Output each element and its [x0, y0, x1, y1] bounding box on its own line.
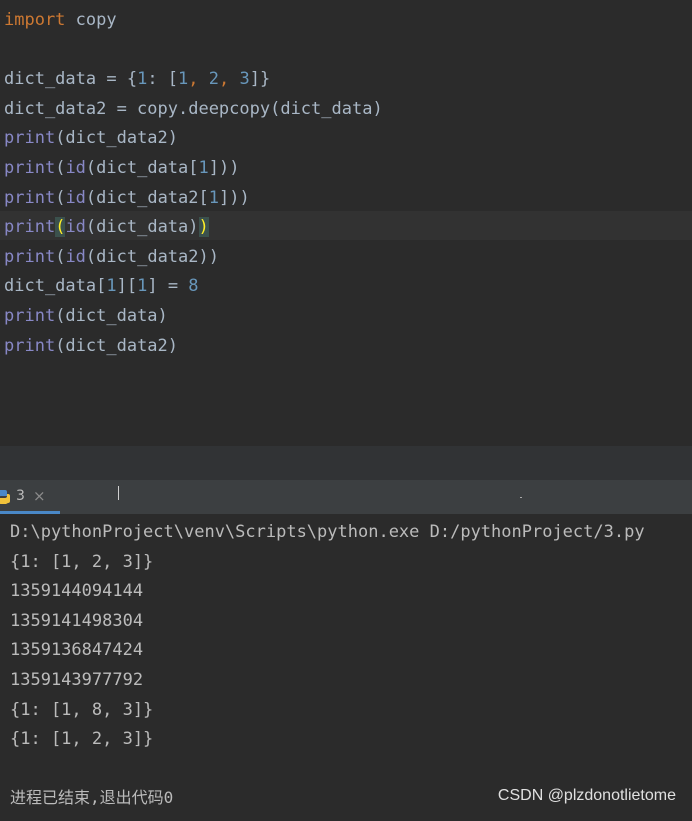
code-token: ])) [219, 187, 250, 208]
code-token: dict_data[ [4, 276, 107, 297]
code-token: 3 [239, 69, 250, 90]
dot-mark [520, 497, 522, 498]
code-token: 1 [106, 276, 117, 297]
code-token: ])) [208, 158, 240, 178]
code-token: ]} [249, 69, 271, 90]
code-token: (dict_data2[ [85, 187, 209, 208]
console-line: 1359143977792 [10, 670, 144, 690]
code-line: print(id(dict_data2)) [4, 243, 219, 271]
code-token: 1 [137, 69, 148, 90]
code-line: import copy [4, 6, 117, 34]
console-line: D:\pythonProject\venv\Scripts\python.exe… [10, 522, 645, 542]
code-token: 8 [188, 276, 199, 297]
code-token: print [4, 187, 56, 208]
console-line: 1359141498304 [10, 610, 144, 631]
code-token: 1 [208, 187, 219, 208]
panel-separator[interactable] [0, 446, 692, 480]
code-token: import [4, 10, 66, 30]
code-line: print(id(dict_data2[1])) [4, 184, 250, 212]
csdn-watermark: CSDN @plzdonotlietome [497, 787, 676, 804]
code-token: 1 [178, 69, 189, 90]
run-tool-window-tabbar: 3 × [0, 480, 692, 514]
code-token: ( [55, 246, 66, 267]
code-token: id [65, 217, 86, 238]
console-line: {1: [1, 2, 3]} [10, 551, 154, 572]
code-token: dict_data = { [4, 69, 138, 90]
code-line: print(id(dict_data)) [4, 213, 209, 241]
code-token: (dict_data2) [55, 335, 179, 356]
code-line: dict_data[1][1] = 8 [4, 272, 199, 300]
code-token: : [ [147, 69, 179, 90]
code-line: print(id(dict_data[1])) [4, 154, 239, 182]
code-token: print [4, 246, 56, 267]
code-line: dict_data2 = copy.deepcopy(dict_data) [4, 95, 383, 123]
code-token: id [65, 158, 86, 178]
code-token: print [4, 335, 56, 356]
console-line: 1359136847424 [10, 640, 144, 661]
console-line: {1: [1, 8, 3]} [10, 699, 154, 720]
code-token: id [65, 246, 86, 267]
code-token: (dict_data2)) [85, 246, 219, 267]
code-token: (dict_data) [55, 306, 168, 326]
code-token: print [4, 217, 56, 238]
code-token: (dict_data[ [85, 158, 199, 178]
process-finished-message: 进程已结束,退出代码0 [10, 788, 174, 807]
code-token: dict_data2 = copy.deepcopy(dict_data) [4, 98, 383, 119]
code-line: print(dict_data2) [4, 124, 178, 152]
code-line: dict_data = {1: [1, 2, 3]} [4, 65, 270, 93]
code-token: copy [65, 10, 117, 30]
code-token: 1 [198, 158, 209, 178]
code-token: ) [198, 217, 209, 238]
run-tab-3[interactable]: 3 × [0, 480, 60, 514]
code-token: print [4, 158, 56, 178]
code-token: print [4, 128, 56, 149]
code-token: ][ [116, 276, 138, 297]
code-line: print(dict_data2) [4, 332, 178, 360]
run-tab-label: 3 [16, 488, 25, 504]
code-token: (dict_data) [85, 217, 199, 238]
code-line: print(dict_data) [4, 302, 168, 330]
code-token: id [65, 187, 86, 208]
code-token: ] = [147, 276, 189, 297]
code-token: , [188, 69, 209, 90]
code-editor[interactable]: import copy dict_data = {1: [1, 2, 3]} dic… [0, 0, 692, 446]
console-line: 1359144094144 [10, 581, 144, 602]
code-token: , [219, 69, 240, 90]
code-token: 1 [137, 276, 148, 297]
run-console[interactable]: D:\pythonProject\venv\Scripts\python.exe… [0, 514, 692, 821]
code-token: print [4, 306, 56, 326]
code-token: ( [55, 217, 66, 238]
console-line: {1: [1, 2, 3]} [10, 729, 154, 750]
python-icon [0, 490, 10, 504]
code-token: ( [55, 187, 66, 208]
code-token: (dict_data2) [55, 128, 179, 149]
code-token: ( [55, 158, 66, 178]
code-token: 2 [208, 69, 220, 90]
close-icon[interactable]: × [33, 487, 46, 505]
text-cursor-mark [118, 486, 119, 500]
